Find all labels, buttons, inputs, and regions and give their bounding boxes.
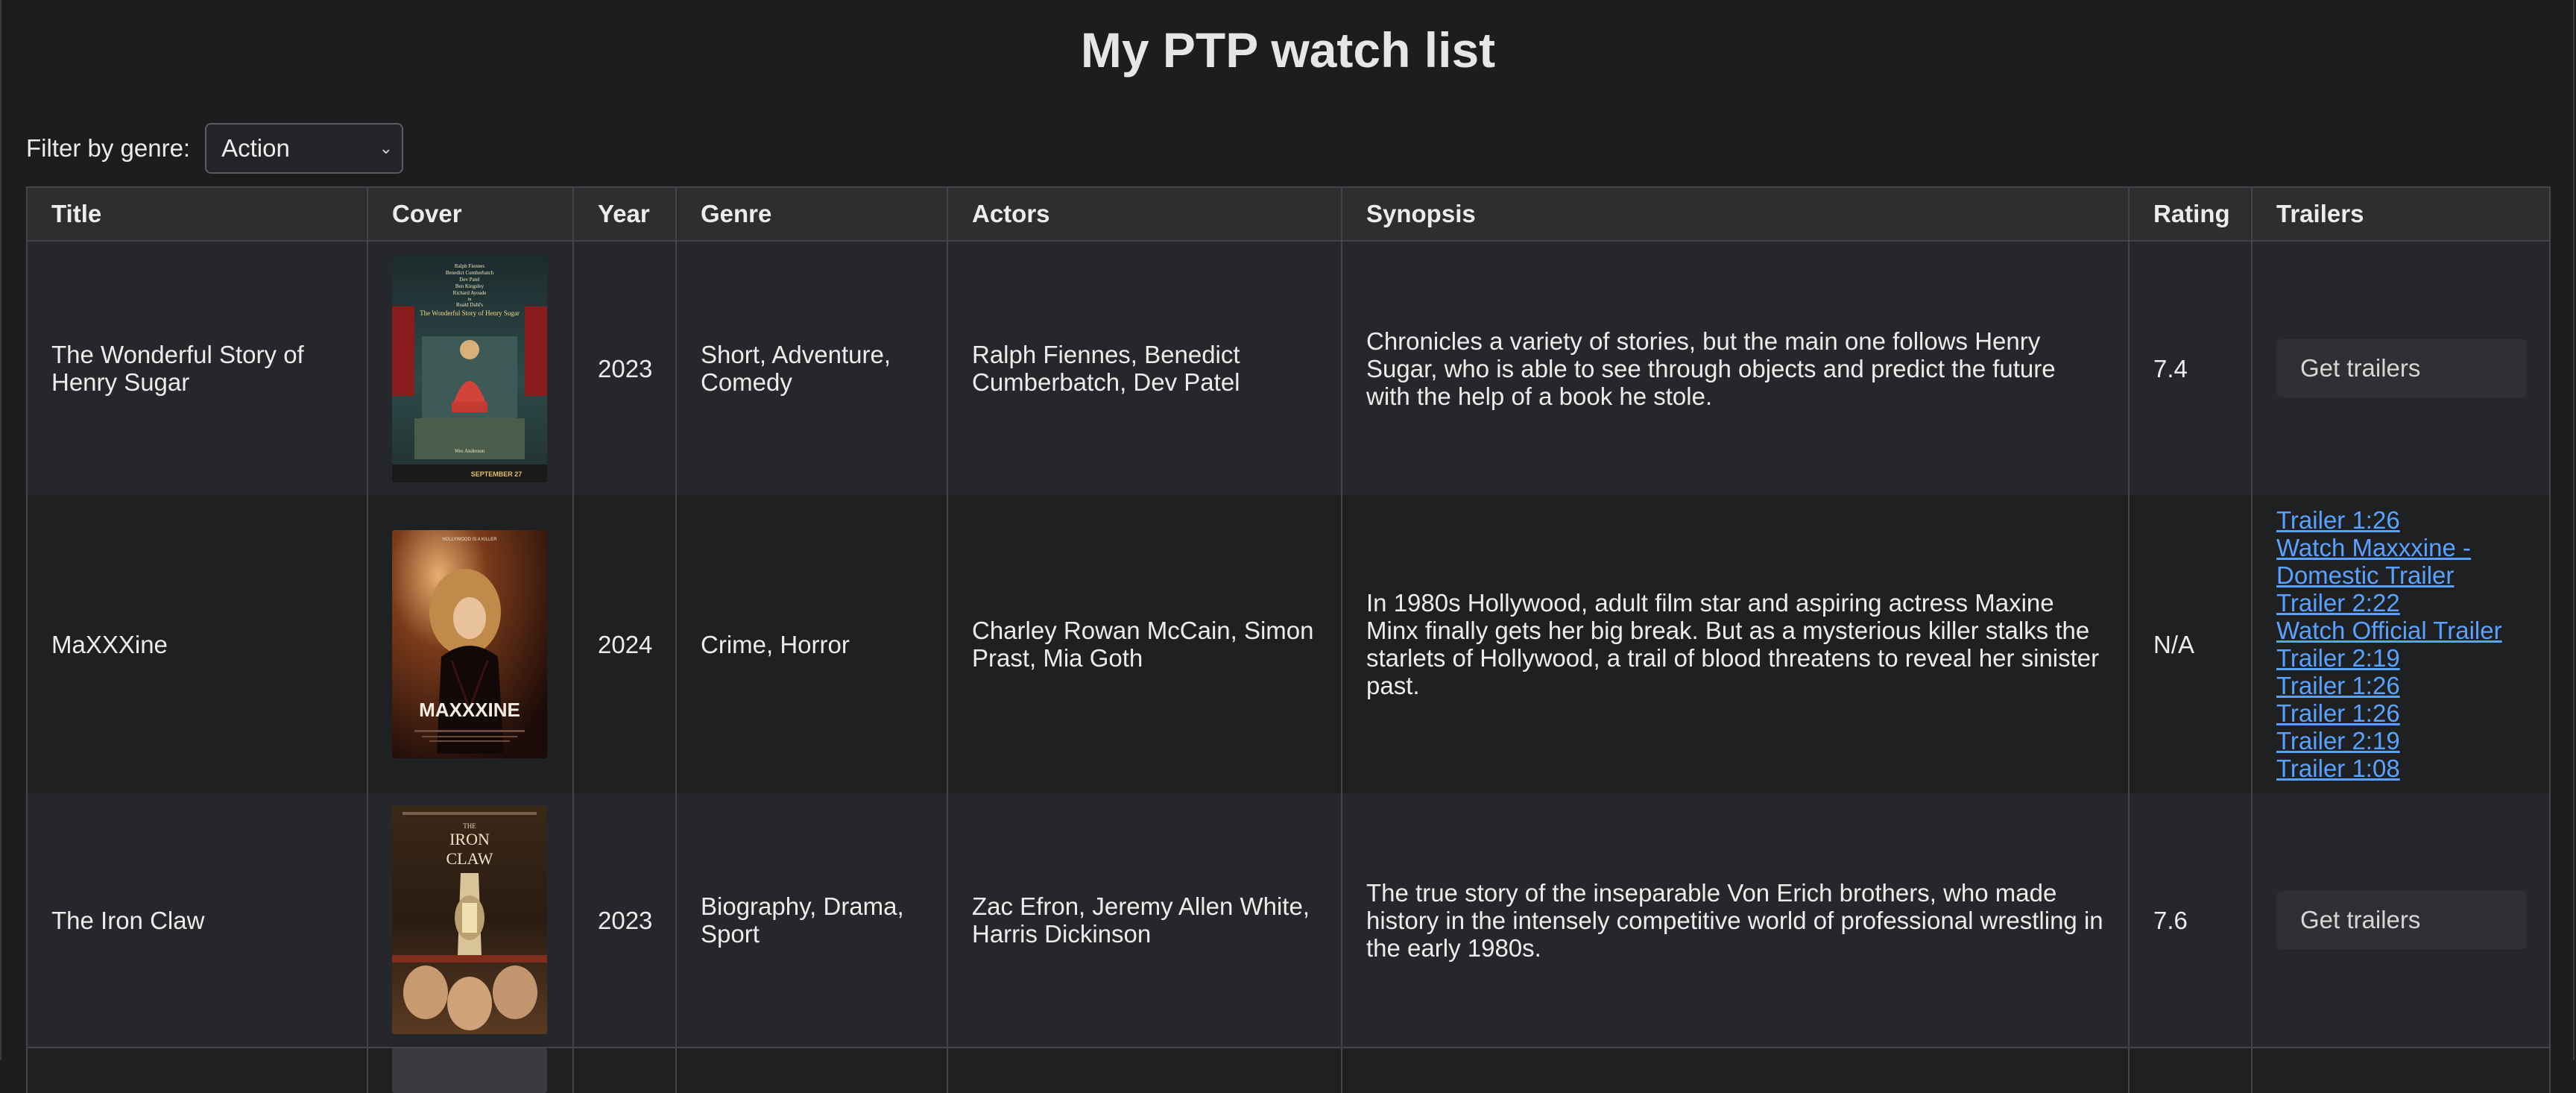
cell-title: The Wonderful Story of Henry Sugar [26, 241, 368, 495]
svg-text:Dev Patel: Dev Patel [459, 277, 479, 283]
cell-rating [2128, 1047, 2253, 1093]
cell-rating: 7.6 [2128, 793, 2253, 1048]
cell-year: 2023 [572, 793, 677, 1048]
cell-cover: THE IRON CLAW [367, 793, 574, 1048]
column-header-synopsis: Synopsis [1341, 186, 2130, 242]
svg-text:HOLLYWOOD IS A KILLER: HOLLYWOOD IS A KILLER [442, 538, 497, 542]
svg-text:Richard Ayoade: Richard Ayoade [453, 290, 487, 296]
filter-label: Filter by genre: [26, 134, 191, 162]
cell-title: MaXXXine [26, 495, 368, 793]
cell-synopsis: The true story of the inseparable Von Er… [1341, 793, 2130, 1048]
cell-actors: Ralph Fiennes, Benedict Cumberbatch, Dev… [947, 241, 1342, 495]
svg-text:MAXXXINE: MAXXXINE [419, 699, 520, 721]
cell-synopsis [1341, 1047, 2130, 1093]
svg-text:The Wonderful Story of Henry S: The Wonderful Story of Henry Sugar [420, 309, 520, 317]
svg-text:THE: THE [463, 822, 476, 830]
cell-rating: N/A [2128, 495, 2253, 793]
column-header-year: Year [572, 186, 677, 242]
svg-text:Ben Kingsley: Ben Kingsley [455, 283, 484, 289]
page-title: My PTP watch list [1080, 22, 1496, 78]
table-row: The Iron Claw THE IRON CLAW 2023 Biograp… [26, 793, 2551, 1048]
trailer-link[interactable]: Trailer 2:22 [2276, 589, 2525, 617]
cell-genre [675, 1047, 948, 1093]
column-header-genre: Genre [675, 186, 948, 242]
table-row [26, 1047, 2551, 1093]
cover-image-maxxxine: HOLLYWOOD IS A KILLER MAXXXINE [392, 530, 547, 758]
trailer-link[interactable]: Trailer 1:08 [2276, 755, 2525, 782]
column-header-title: Title [26, 186, 368, 242]
cell-year [572, 1047, 677, 1093]
svg-text:Roald Dahl's: Roald Dahl's [456, 302, 483, 308]
cell-genre: Short, Adventure, Comedy [675, 241, 948, 495]
cell-rating: 7.4 [2128, 241, 2253, 495]
svg-text:Benedict Cumberbatch: Benedict Cumberbatch [446, 270, 494, 276]
cell-synopsis: In 1980s Hollywood, adult film star and … [1341, 495, 2130, 793]
watch-list-table: Title Cover Year Genre Actors Synopsis R… [26, 186, 2551, 1093]
cell-year: 2023 [572, 241, 677, 495]
cover-image-henry-sugar: Ralph Fiennes Benedict Cumberbatch Dev P… [392, 254, 547, 482]
get-trailers-button[interactable]: Get trailers [2276, 891, 2527, 949]
trailer-link[interactable]: Trailer 2:19 [2276, 644, 2525, 672]
cell-trailers: Get trailers [2251, 241, 2551, 495]
genre-filter: Filter by genre: Action ⌄ [26, 123, 404, 174]
cell-actors [947, 1047, 1342, 1093]
cover-image-iron-claw: THE IRON CLAW [392, 806, 547, 1034]
cell-genre: Biography, Drama, Sport [675, 793, 948, 1048]
cell-actors: Charley Rowan McCain, Simon Prast, Mia G… [947, 495, 1342, 793]
cell-year: 2024 [572, 495, 677, 793]
svg-text:CLAW: CLAW [446, 849, 493, 868]
column-header-rating: Rating [2128, 186, 2253, 242]
trailer-link[interactable]: Trailer 1:26 [2276, 672, 2525, 699]
trailer-link[interactable]: Trailer 1:26 [2276, 506, 2525, 534]
cell-cover [367, 1047, 574, 1093]
chevron-down-icon: ⌄ [379, 139, 394, 157]
get-trailers-button[interactable]: Get trailers [2276, 339, 2527, 397]
cell-cover: Ralph Fiennes Benedict Cumberbatch Dev P… [367, 241, 574, 495]
column-header-actors: Actors [947, 186, 1342, 242]
genre-select[interactable]: Action ⌄ [205, 123, 404, 174]
cell-synopsis: Chronicles a variety of stories, but the… [1341, 241, 2130, 495]
table-header-row: Title Cover Year Genre Actors Synopsis R… [26, 186, 2551, 242]
cover-image [392, 1048, 547, 1093]
svg-text:SEPTEMBER 27: SEPTEMBER 27 [471, 470, 523, 478]
cell-genre: Crime, Horror [675, 495, 948, 793]
genre-select-value: Action [221, 134, 290, 162]
trailer-link[interactable]: Watch Official Trailer [2276, 617, 2525, 644]
svg-text:IRON: IRON [449, 830, 490, 848]
trailer-link[interactable]: Watch Maxxxine - Domestic Trailer [2276, 534, 2525, 589]
trailer-link[interactable]: Trailer 1:26 [2276, 699, 2525, 727]
cell-trailers [2251, 1047, 2551, 1093]
column-header-trailers: Trailers [2251, 186, 2551, 242]
cell-trailers: Trailer 1:26 Watch Maxxxine - Domestic T… [2251, 495, 2551, 793]
table-row: The Wonderful Story of Henry Sugar Ralph… [26, 241, 2551, 495]
column-header-cover: Cover [367, 186, 574, 242]
cell-title: The Iron Claw [26, 793, 368, 1048]
svg-text:Ralph Fiennes: Ralph Fiennes [455, 263, 485, 269]
svg-text:Wes Anderson: Wes Anderson [455, 448, 485, 454]
cell-title [26, 1047, 368, 1093]
cell-actors: Zac Efron, Jeremy Allen White, Harris Di… [947, 793, 1342, 1048]
table-row: MaXXXine HOLLYWOOD IS A KILLER MAXXXINE … [26, 495, 2551, 793]
trailer-link[interactable]: Trailer 2:19 [2276, 727, 2525, 755]
cell-trailers: Get trailers [2251, 793, 2551, 1048]
cell-cover: HOLLYWOOD IS A KILLER MAXXXINE [367, 495, 574, 793]
